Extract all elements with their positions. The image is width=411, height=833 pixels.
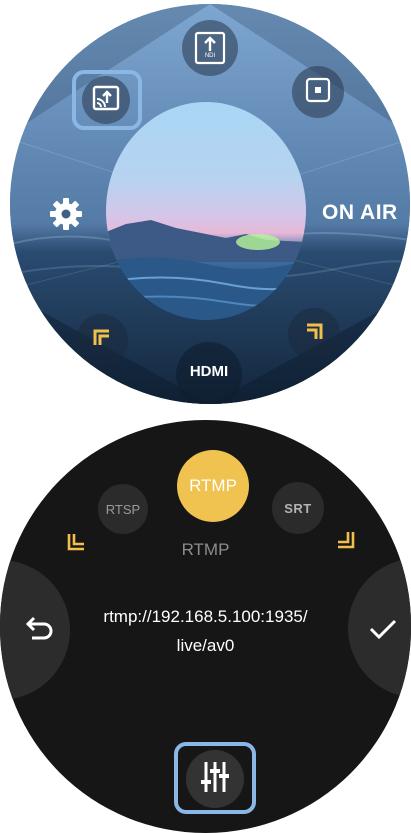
stream-url: rtmp://192.168.5.100:1935/ live/av0: [80, 602, 331, 660]
ndi-upload-icon: NDI: [193, 31, 227, 65]
ndi-button[interactable]: NDI: [182, 20, 238, 76]
sliders-icon: [199, 760, 231, 799]
crop-top-right-button[interactable]: [288, 308, 340, 360]
mixer-button[interactable]: [186, 750, 244, 808]
cast-icon: [91, 83, 121, 118]
hdmi-button[interactable]: HDMI: [176, 342, 242, 404]
stream-url-line2: live/av0: [176, 636, 235, 655]
ndi-label: NDI: [204, 53, 216, 59]
confirm-button[interactable]: [348, 558, 411, 698]
crop-top-left-button[interactable]: [76, 314, 128, 366]
cast-button-frame[interactable]: [72, 70, 142, 130]
top-dial: NDI ON AIR HDMI: [10, 4, 410, 404]
settings-button[interactable]: [44, 194, 88, 238]
bottom-dial: RTSP RTMP SRT RTMP rtmp://192.168.5.100:…: [0, 420, 411, 833]
check-icon: [368, 616, 398, 647]
hdmi-label: HDMI: [189, 363, 229, 380]
mixer-button-frame[interactable]: [174, 742, 256, 814]
back-button[interactable]: [0, 560, 70, 700]
gear-icon: [46, 194, 86, 239]
srt-button[interactable]: SRT: [272, 482, 324, 534]
preview-image: [106, 102, 306, 320]
cast-button[interactable]: [82, 76, 130, 124]
corner-top-left-icon: [90, 326, 114, 355]
stop-icon: [304, 76, 332, 109]
rtmp-label: RTMP: [189, 476, 237, 495]
back-icon: [24, 616, 54, 649]
stop-button[interactable]: [292, 66, 344, 118]
corner-top-right-icon: [302, 320, 326, 349]
mode-label: RTMP: [181, 540, 230, 559]
rtsp-label: RTSP: [105, 501, 141, 517]
rtsp-button[interactable]: RTSP: [98, 484, 148, 534]
on-air-button[interactable]: ON AIR: [322, 201, 398, 225]
stream-url-line1: rtmp://192.168.5.100:1935/: [103, 607, 308, 626]
rtmp-button[interactable]: RTMP: [177, 450, 249, 522]
srt-label: SRT: [284, 500, 312, 516]
